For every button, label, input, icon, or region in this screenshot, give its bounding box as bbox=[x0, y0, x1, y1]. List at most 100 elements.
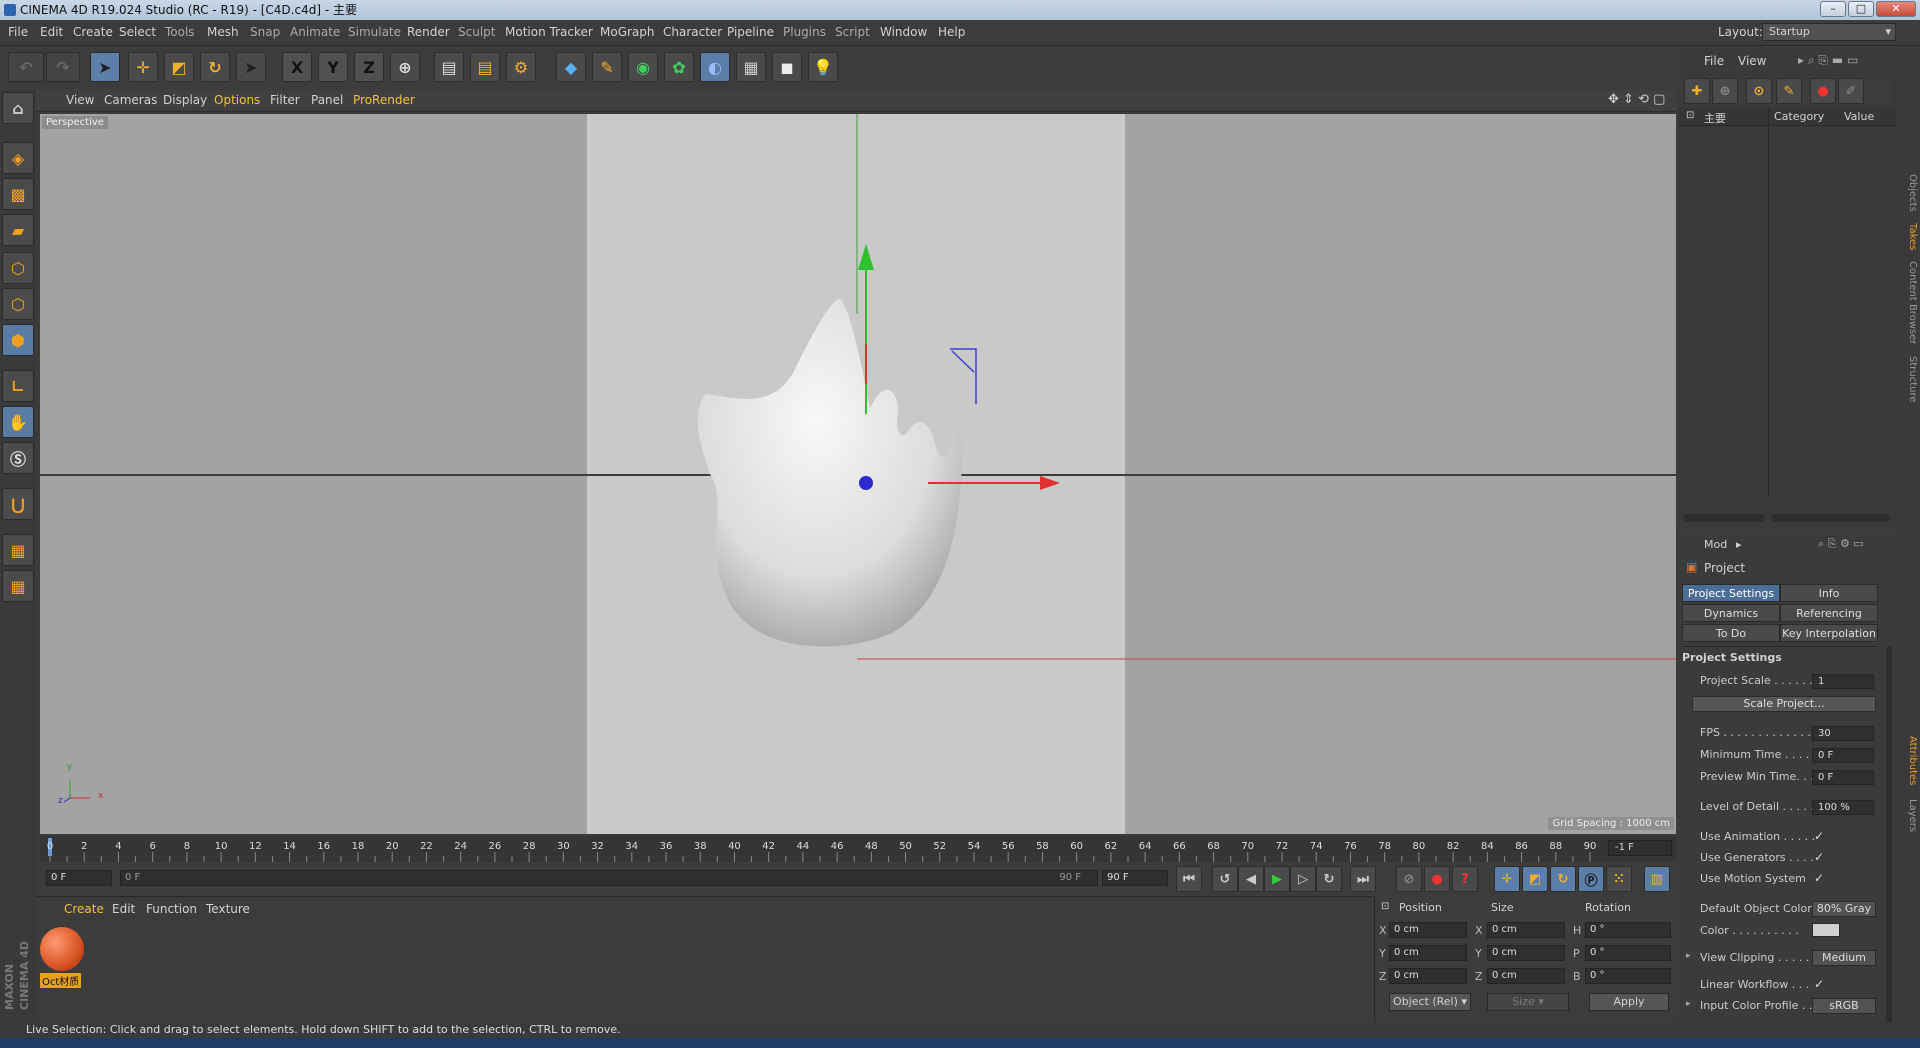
tab-structure[interactable]: Structure bbox=[1907, 356, 1918, 403]
prev-key-button[interactable]: ↺ bbox=[1212, 866, 1238, 892]
go-to-end-button[interactable]: ⏭ bbox=[1350, 866, 1376, 892]
key-pla-button[interactable]: ⁙ bbox=[1606, 866, 1632, 892]
tab-referencing[interactable]: Referencing bbox=[1780, 604, 1878, 622]
menu-plugins[interactable]: Plugins bbox=[783, 25, 826, 39]
color-swatch[interactable] bbox=[1812, 923, 1840, 937]
objects-hscroll-right[interactable] bbox=[1772, 514, 1890, 522]
tab-content-browser[interactable]: Content Browser bbox=[1907, 261, 1918, 344]
z-axis-lock-button[interactable]: Z bbox=[354, 52, 384, 82]
rot-p-field[interactable]: 0 ° bbox=[1585, 945, 1671, 961]
material-name[interactable]: Oct材质 bbox=[40, 973, 82, 988]
size-y-field[interactable]: 0 cm bbox=[1487, 945, 1565, 961]
default-object-color-dropdown[interactable]: 80% Gray bbox=[1812, 901, 1876, 917]
cloner-button[interactable]: ✿ bbox=[664, 52, 694, 82]
tab-info[interactable]: Info bbox=[1780, 584, 1878, 602]
mat-menu-texture[interactable]: Texture bbox=[206, 902, 250, 916]
edges-mode-button[interactable]: ⬡ bbox=[2, 288, 34, 320]
menu-edit[interactable]: Edit bbox=[40, 25, 63, 39]
axis-mode-button[interactable]: ∟ bbox=[2, 370, 34, 402]
linear-workflow-checkbox[interactable]: ✓ bbox=[1814, 977, 1824, 991]
scale-project-button[interactable]: Scale Project... bbox=[1692, 696, 1876, 712]
layout-dropdown[interactable]: Startup ▾ bbox=[1762, 23, 1896, 41]
pen-spline-button[interactable]: ✎ bbox=[592, 52, 622, 82]
coord-mode-dropdown[interactable]: Object (Rel) ▾ bbox=[1389, 993, 1471, 1011]
start-frame-field[interactable]: 0 F bbox=[46, 870, 112, 886]
scale-tool-button[interactable]: ◩ bbox=[164, 52, 194, 82]
play-button[interactable]: ▶ bbox=[1264, 866, 1290, 892]
keyframe-selection-button[interactable]: ⊘ bbox=[1396, 866, 1422, 892]
attr-mode-menu[interactable]: Mod bbox=[1704, 538, 1727, 551]
cube-object-button[interactable]: ◆ bbox=[556, 52, 586, 82]
menu-animate[interactable]: Animate bbox=[290, 25, 340, 39]
objects-menu-view[interactable]: View bbox=[1738, 54, 1766, 68]
move-tool-button[interactable]: ✛ bbox=[128, 52, 158, 82]
pos-y-field[interactable]: 0 cm bbox=[1389, 945, 1467, 961]
end-frame-field[interactable]: 90 F bbox=[1102, 870, 1168, 886]
deformer-button[interactable]: ◐ bbox=[700, 52, 730, 82]
menu-render[interactable]: Render bbox=[407, 25, 450, 39]
range-slider[interactable]: 0 F 90 F bbox=[120, 870, 1098, 886]
menu-motion-tracker[interactable]: Motion Tracker bbox=[505, 25, 593, 39]
attr-vscroll[interactable] bbox=[1886, 646, 1892, 1026]
camera-button[interactable]: ◼ bbox=[772, 52, 802, 82]
material-preview[interactable] bbox=[40, 927, 84, 971]
menu-simulate[interactable]: Simulate bbox=[348, 25, 401, 39]
x-axis-lock-button[interactable]: X bbox=[282, 52, 312, 82]
floor-button[interactable]: ▦ bbox=[736, 52, 766, 82]
redo-button[interactable]: ↷ bbox=[46, 52, 80, 82]
objects-menu-file[interactable]: File bbox=[1704, 54, 1724, 68]
timeline-button[interactable]: ▥ bbox=[1644, 866, 1670, 892]
viewport-menu-cameras[interactable]: Cameras bbox=[104, 93, 157, 107]
rot-b-field[interactable]: 0 ° bbox=[1585, 968, 1671, 984]
project-scale-field[interactable]: 1 bbox=[1812, 674, 1874, 689]
y-axis-lock-button[interactable]: Y bbox=[318, 52, 348, 82]
menu-pipeline[interactable]: Pipeline bbox=[727, 25, 774, 39]
workplane-lock-button[interactable]: ▦ bbox=[2, 534, 34, 566]
tab-project-settings[interactable]: Project Settings bbox=[1682, 584, 1780, 602]
record-button[interactable]: ● bbox=[1424, 866, 1450, 892]
input-color-profile-dropdown[interactable]: sRGB bbox=[1812, 998, 1876, 1014]
size-mode-dropdown[interactable]: Size ▾ bbox=[1487, 993, 1569, 1011]
expand-arrow-icon[interactable]: ▸ bbox=[1686, 951, 1691, 961]
menu-tools[interactable]: Tools bbox=[165, 25, 195, 39]
prev-frame-button[interactable]: ◀ bbox=[1238, 866, 1264, 892]
menu-mesh[interactable]: Mesh bbox=[207, 25, 239, 39]
use-animation-checkbox[interactable]: ✓ bbox=[1814, 829, 1824, 843]
tab-attributes[interactable]: Attributes bbox=[1907, 736, 1918, 785]
size-z-field[interactable]: 0 cm bbox=[1487, 968, 1565, 984]
tweak-mode-button[interactable]: ✋ bbox=[2, 406, 34, 438]
key-param-button[interactable]: Ⓟ bbox=[1578, 866, 1604, 892]
pos-z-field[interactable]: 0 cm bbox=[1389, 968, 1467, 984]
takes-record-icon[interactable]: ● bbox=[1810, 78, 1836, 104]
menu-window[interactable]: Window bbox=[880, 25, 927, 39]
minimize-button[interactable]: – bbox=[1820, 1, 1846, 17]
go-to-start-button[interactable]: ⏮ bbox=[1176, 866, 1202, 892]
menu-snap[interactable]: Snap bbox=[250, 25, 280, 39]
recent-tool-button[interactable]: ➤ bbox=[236, 52, 266, 82]
autokey-button[interactable]: ? bbox=[1452, 866, 1478, 892]
menu-select[interactable]: Select bbox=[119, 25, 156, 39]
viewport-menu-panel[interactable]: Panel bbox=[311, 93, 343, 107]
apply-button[interactable]: Apply bbox=[1589, 993, 1669, 1011]
tab-takes[interactable]: Takes bbox=[1907, 223, 1918, 250]
viewport-menu-display[interactable]: Display bbox=[163, 93, 207, 107]
rot-h-field[interactable]: 0 ° bbox=[1585, 922, 1671, 938]
fps-field[interactable]: 30 bbox=[1812, 726, 1874, 741]
mat-menu-function[interactable]: Function bbox=[146, 902, 197, 916]
current-frame-field[interactable]: -1 F bbox=[1608, 840, 1672, 856]
maximize-button[interactable]: □ bbox=[1848, 1, 1874, 17]
header-toggle-icon[interactable]: ⊡ bbox=[1686, 110, 1694, 121]
polygons-mode-button[interactable]: ⬢ bbox=[2, 324, 34, 356]
next-key-button[interactable]: ↻ bbox=[1316, 866, 1342, 892]
use-motion-system-checkbox[interactable]: ✓ bbox=[1814, 871, 1824, 885]
points-mode-button[interactable]: ⬡ bbox=[2, 252, 34, 284]
viewport[interactable]: y x z Perspective Grid Spacing : 1000 cm bbox=[40, 114, 1676, 834]
viewport-nav-icons[interactable]: ✥ ⇕ ⟲ ▢ bbox=[1608, 92, 1665, 107]
takes-add-icon[interactable]: ✚ bbox=[1684, 78, 1710, 104]
snap-button[interactable]: ⋃ bbox=[2, 488, 34, 520]
attr-toolbar-icons[interactable]: ⌕ ⎘ ⚙ ▭ bbox=[1818, 537, 1864, 551]
coord-toggle-icon[interactable]: ⊡ bbox=[1381, 901, 1389, 912]
viewport-menu-view[interactable]: View bbox=[66, 93, 94, 107]
tab-to-do[interactable]: To Do bbox=[1682, 624, 1780, 642]
menu-character[interactable]: Character bbox=[663, 25, 722, 39]
